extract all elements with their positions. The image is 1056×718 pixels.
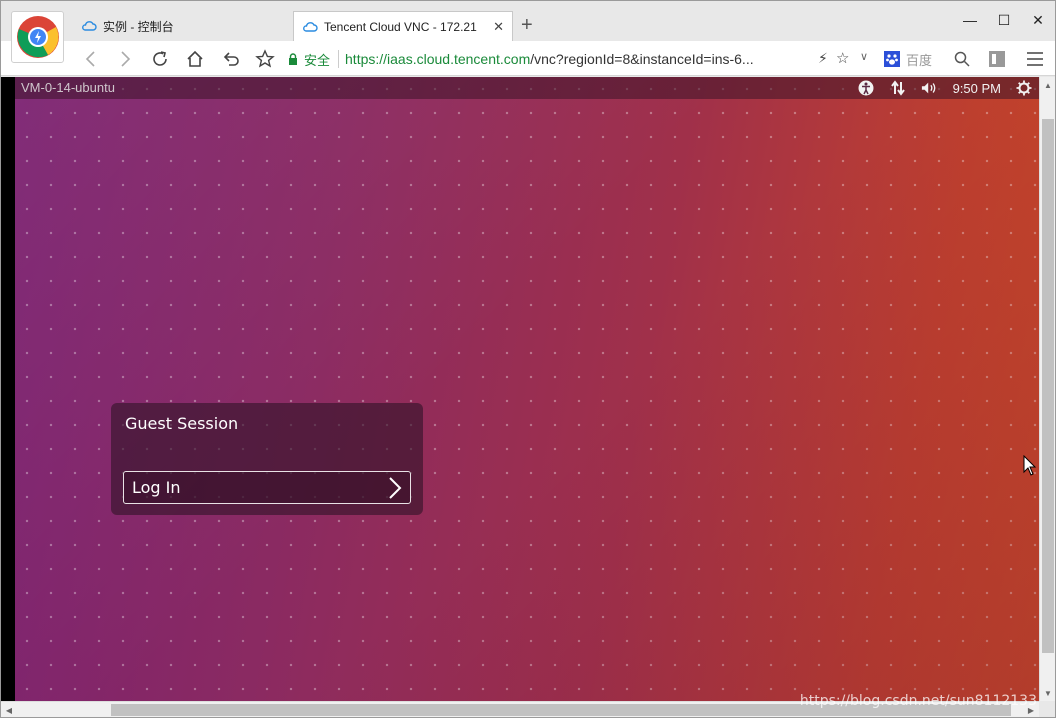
title-bar: 实例 - 控制台 Tencent Cloud VNC - 172.21 ✕ + … — [1, 1, 1055, 41]
secure-label: 安全 — [304, 52, 331, 68]
close-tab-icon[interactable]: ✕ — [493, 19, 504, 35]
tab-label: 实例 - 控制台 — [103, 19, 174, 34]
ubuntu-top-panel: VM-0-14-ubuntu 9:50 PM — [15, 77, 1039, 99]
search-icon[interactable] — [954, 51, 970, 67]
baidu-paw-icon — [884, 51, 900, 67]
forward-icon[interactable] — [113, 47, 137, 71]
reload-icon[interactable] — [148, 47, 172, 71]
vertical-scroll-thumb[interactable] — [1042, 119, 1054, 653]
url-text: https://iaas.cloud.tencent.com/vnc?regio… — [345, 51, 754, 67]
chevron-right-icon — [389, 477, 402, 499]
tab-label: Tencent Cloud VNC - 172.21 — [324, 19, 477, 34]
log-in-label: Log In — [132, 478, 181, 497]
accessibility-icon[interactable] — [857, 79, 875, 97]
hostname-label: VM-0-14-ubuntu — [21, 80, 115, 95]
address-bar[interactable]: 安全 https://iaas.cloud.tencent.com/vnc?re… — [288, 47, 878, 71]
session-name: Guest Session — [125, 414, 239, 433]
scroll-left-icon[interactable]: ◀ — [1, 702, 17, 718]
volume-icon[interactable] — [921, 79, 939, 97]
menu-icon[interactable] — [1023, 47, 1047, 71]
minimize-button[interactable]: — — [953, 7, 987, 33]
new-tab-button[interactable]: + — [521, 13, 533, 37]
search-engine-label: 百度 — [906, 52, 933, 68]
tab-console[interactable]: 实例 - 控制台 — [73, 11, 293, 41]
lightning-icon[interactable]: ⚡ — [818, 50, 828, 67]
lock-icon — [289, 53, 297, 65]
clock-label[interactable]: 9:50 PM — [953, 81, 1001, 96]
vertical-scrollbar[interactable]: ▲ ▼ — [1039, 77, 1055, 701]
scroll-up-icon[interactable]: ▲ — [1040, 77, 1056, 93]
browser-logo[interactable] — [11, 11, 64, 63]
search-box[interactable]: 百度 — [884, 49, 970, 69]
bookmark-star-icon[interactable] — [253, 47, 277, 71]
power-gear-icon[interactable] — [1015, 79, 1033, 97]
home-icon[interactable] — [183, 47, 207, 71]
star-icon[interactable]: ☆ — [836, 49, 849, 67]
undo-icon[interactable] — [219, 47, 243, 71]
scroll-down-icon[interactable]: ▼ — [1040, 685, 1056, 701]
ubuntu-login-screen[interactable] — [15, 77, 1039, 701]
vnc-viewport[interactable]: VM-0-14-ubuntu 9:50 PM Guest Session Log… — [1, 77, 1039, 701]
network-icon[interactable] — [889, 79, 907, 97]
back-icon[interactable] — [79, 47, 103, 71]
log-in-button[interactable]: Log In — [123, 471, 411, 504]
watermark: https://blog.csdn.net/sun8112133 — [799, 693, 1037, 709]
login-panel: Guest Session Log In — [111, 403, 423, 515]
tab-vnc[interactable]: Tencent Cloud VNC - 172.21 ✕ — [293, 11, 513, 41]
extension-icon[interactable] — [985, 47, 1009, 71]
chrome-logo-icon — [16, 16, 59, 58]
cloud-icon — [82, 21, 97, 31]
dropdown-chevron-icon[interactable]: ∨ — [860, 50, 868, 63]
cloud-icon — [303, 21, 318, 32]
browser-toolbar: 安全 https://iaas.cloud.tencent.com/vnc?re… — [1, 41, 1055, 76]
mouse-cursor-icon — [1023, 455, 1037, 476]
browser-window: 实例 - 控制台 Tencent Cloud VNC - 172.21 ✕ + … — [0, 0, 1056, 718]
close-window-button[interactable]: ✕ — [1021, 7, 1055, 33]
maximize-button[interactable]: ☐ — [987, 7, 1021, 33]
